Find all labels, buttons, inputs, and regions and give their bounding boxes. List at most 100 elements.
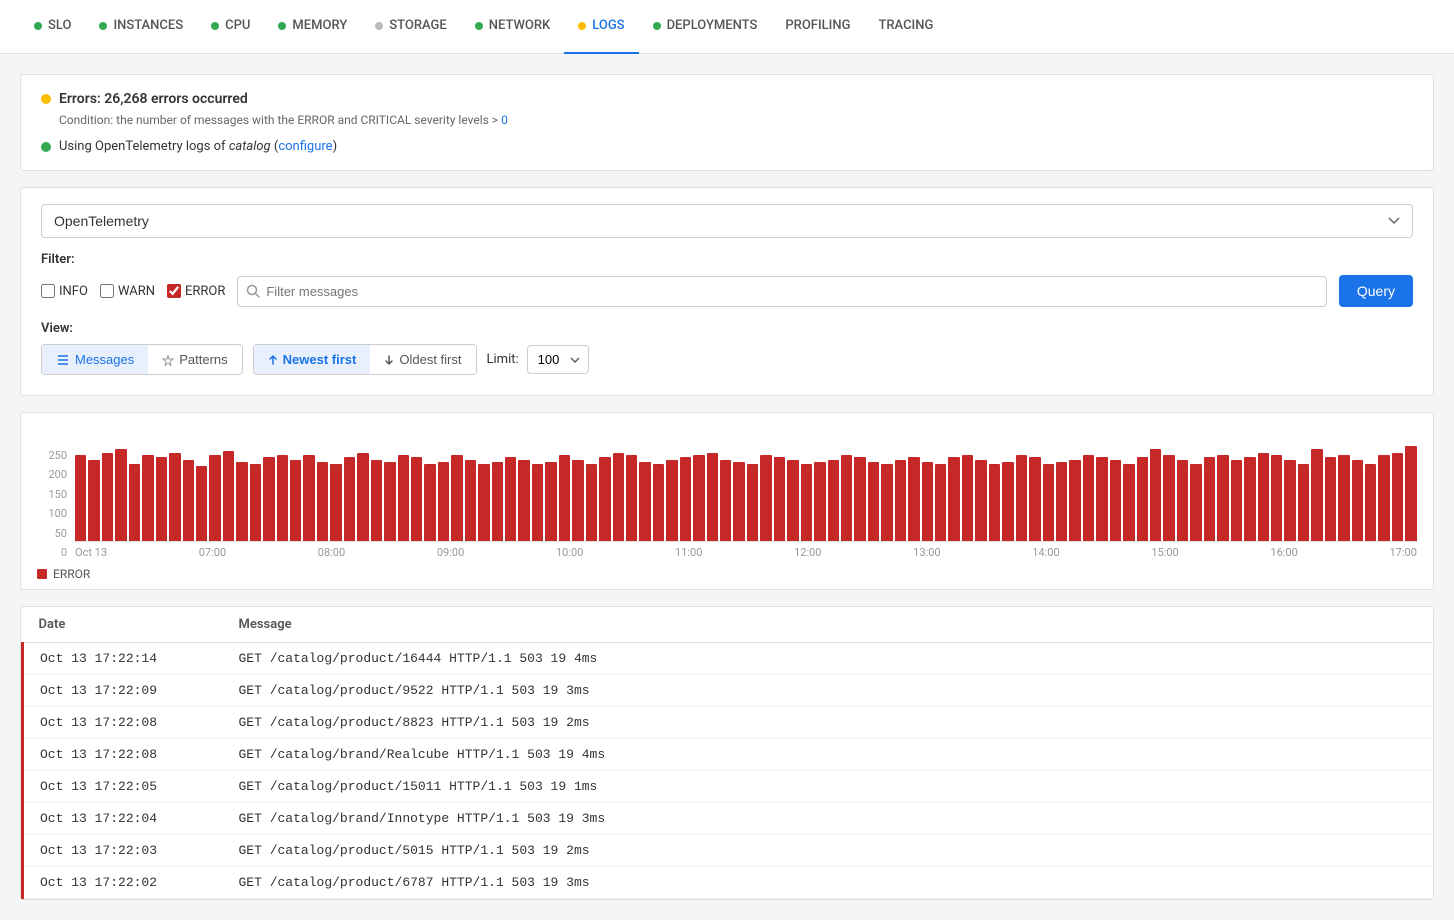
otel-service: catalog (229, 139, 271, 154)
chart-bar (371, 460, 382, 541)
main-content: Errors: 26,268 errors occurred Condition… (0, 54, 1454, 920)
chart-bar (626, 455, 637, 541)
table-row[interactable]: Oct 13 17:22:02GET /catalog/product/6787… (23, 867, 1434, 899)
limit-select[interactable]: 10 25 50 100 250 500 (527, 345, 589, 374)
chart-bar (1271, 455, 1282, 541)
nav-item-instances[interactable]: INSTANCES (85, 0, 197, 54)
query-button[interactable]: Query (1339, 275, 1413, 307)
slo-status-dot (34, 22, 42, 30)
chart-bar (922, 462, 933, 541)
checkbox-warn[interactable]: WARN (100, 284, 155, 299)
warn-checkbox[interactable] (100, 284, 114, 298)
nav-item-tracing[interactable]: TRACING (864, 0, 947, 54)
y-label-150: 150 (37, 488, 67, 501)
nav-item-deployments[interactable]: DEPLOYMENTS (639, 0, 772, 54)
table-row[interactable]: Oct 13 17:22:03GET /catalog/product/5015… (23, 835, 1434, 867)
chart-bar (1056, 462, 1067, 541)
condition-link[interactable]: 0 (501, 113, 508, 127)
network-status-dot (475, 22, 483, 30)
log-message-cell: GET /catalog/brand/Innotype HTTP/1.1 503… (223, 803, 1434, 835)
patterns-view-button[interactable]: Patterns (148, 345, 241, 374)
x-label-1500: 15:00 (1151, 546, 1178, 559)
chart-bar (330, 464, 341, 541)
legend-dot-error (37, 569, 47, 579)
nav-item-profiling[interactable]: PROFILING (771, 0, 864, 54)
nav-item-memory[interactable]: MEMORY (264, 0, 361, 54)
log-source-dropdown[interactable]: OpenTelemetry (41, 204, 1413, 238)
storage-status-dot (375, 22, 383, 30)
chart-bar (680, 457, 691, 541)
chart-bar (1069, 460, 1080, 541)
chart-bar (962, 455, 973, 541)
chart-bar (478, 464, 489, 541)
table-row[interactable]: Oct 13 17:22:14GET /catalog/product/1644… (23, 643, 1434, 675)
chart-bar (1137, 457, 1148, 541)
y-axis: 250 200 150 100 50 0 (37, 449, 67, 559)
bars-row (75, 432, 1417, 542)
chart-bar (317, 462, 328, 541)
log-table: Date Message Oct 13 17:22:14GET /catalog… (21, 607, 1433, 899)
chart-bar (1365, 464, 1376, 541)
chart-bar (142, 455, 153, 541)
nav-item-network[interactable]: NETWORK (461, 0, 565, 54)
chart-bar (653, 464, 664, 541)
error-checkbox[interactable] (167, 284, 181, 298)
otel-line: Using OpenTelemetry logs of catalog (con… (41, 139, 1413, 154)
y-label-0: 0 (37, 546, 67, 559)
info-checkbox[interactable] (41, 284, 55, 298)
filter-messages-input[interactable] (266, 277, 1318, 306)
nav-item-slo[interactable]: SLO (20, 0, 85, 54)
table-header-row: Date Message (23, 607, 1434, 643)
chart-bar (532, 464, 543, 541)
chart-bar (1392, 453, 1403, 541)
messages-view-button[interactable]: Messages (42, 345, 148, 374)
x-label-oct13: Oct 13 (75, 546, 107, 559)
list-icon (56, 354, 70, 366)
table-row[interactable]: Oct 13 17:22:09GET /catalog/product/9522… (23, 675, 1434, 707)
table-row[interactable]: Oct 13 17:22:08GET /catalog/product/8823… (23, 707, 1434, 739)
filter-label: Filter: (41, 252, 1413, 267)
newest-first-button[interactable]: Newest first (254, 345, 371, 374)
cpu-nav-label: CPU (225, 18, 250, 33)
nav-item-logs[interactable]: LOGS (564, 0, 638, 54)
chart-bar (465, 460, 476, 541)
table-row[interactable]: Oct 13 17:22:08GET /catalog/brand/Realcu… (23, 739, 1434, 771)
chart-bar (733, 462, 744, 541)
chart-bar (599, 457, 610, 541)
sort-button-group: Newest first Oldest first (253, 344, 477, 375)
error-alert-line: Errors: 26,268 errors occurred (41, 91, 1413, 107)
profiling-nav-label: PROFILING (785, 18, 850, 33)
nav-item-storage[interactable]: STORAGE (361, 0, 460, 54)
chart-bar (1338, 455, 1349, 541)
chart-bar (774, 457, 785, 541)
log-date-cell: Oct 13 17:22:14 (23, 643, 223, 675)
x-label-0800: 08:00 (318, 546, 345, 559)
alert-condition: Condition: the number of messages with t… (59, 113, 1413, 127)
chart-bar (196, 466, 207, 541)
chart-bar (115, 449, 126, 541)
legend-label-error: ERROR (53, 567, 90, 581)
log-table-body: Oct 13 17:22:14GET /catalog/product/1644… (23, 643, 1434, 899)
table-row[interactable]: Oct 13 17:22:05GET /catalog/product/1501… (23, 771, 1434, 803)
log-message-cell: GET /catalog/product/8823 HTTP/1.1 503 1… (223, 707, 1434, 739)
chart-bar (787, 460, 798, 541)
info-label: INFO (59, 284, 88, 299)
chart-bar (236, 462, 247, 541)
chart-bar (398, 455, 409, 541)
chart-bar (250, 464, 261, 541)
warn-label: WARN (118, 284, 155, 299)
nav-item-cpu[interactable]: CPU (197, 0, 264, 54)
chart-bar (209, 455, 220, 541)
checkbox-info[interactable]: INFO (41, 284, 88, 299)
chart-bar (1378, 455, 1389, 541)
log-date-cell: Oct 13 17:22:05 (23, 771, 223, 803)
oldest-first-button[interactable]: Oldest first (370, 345, 475, 374)
x-label-1300: 13:00 (913, 546, 940, 559)
table-row[interactable]: Oct 13 17:22:04GET /catalog/brand/Innoty… (23, 803, 1434, 835)
configure-link[interactable]: configure (278, 139, 332, 154)
chart-bar (1244, 457, 1255, 541)
chart-bar (639, 462, 650, 541)
chart-bar (989, 464, 1000, 541)
chart-bar (263, 457, 274, 541)
checkbox-error[interactable]: ERROR (167, 284, 225, 299)
